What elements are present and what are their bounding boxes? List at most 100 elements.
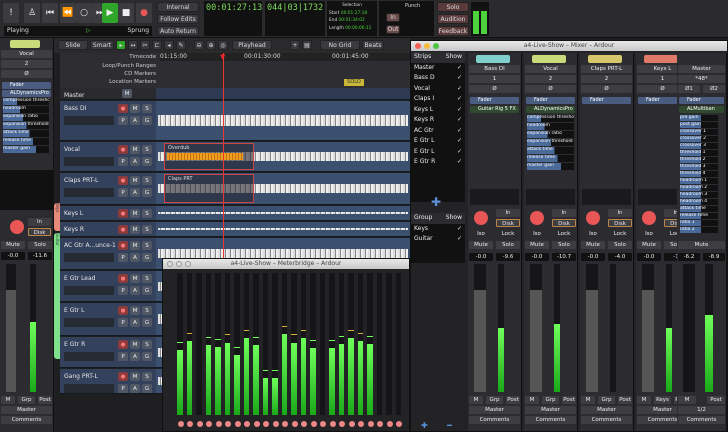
- show-checkbox[interactable]: ✓: [457, 158, 462, 167]
- panner[interactable]: [470, 189, 519, 205]
- track-fader[interactable]: [64, 318, 114, 327]
- record-button[interactable]: ●: [136, 3, 152, 23]
- input-button[interactable]: 2: [581, 75, 632, 83]
- input-button[interactable]: *48*: [678, 75, 725, 83]
- selection-end[interactable]: 00:01:34:02: [339, 18, 365, 23]
- audition-button[interactable]: Audition: [437, 14, 469, 24]
- draw-tool-icon[interactable]: ✎: [176, 40, 186, 50]
- close-icon[interactable]: [167, 261, 173, 267]
- group-button[interactable]: G: [142, 352, 152, 361]
- panner[interactable]: [582, 189, 631, 205]
- plugin-param-slider[interactable]: release time: [527, 155, 574, 162]
- strip-list-item[interactable]: E Gtr L ✓: [411, 147, 465, 158]
- record-arm-button[interactable]: [234, 421, 241, 427]
- grid-select[interactable]: No Grid: [320, 40, 360, 50]
- group-button[interactable]: Keys: [654, 396, 671, 404]
- record-arm-button[interactable]: ●: [118, 209, 128, 218]
- solo-button[interactable]: Solo: [552, 241, 576, 249]
- record-arm-button[interactable]: [320, 421, 327, 427]
- track-fader[interactable]: [64, 286, 114, 295]
- grid-type-select[interactable]: Beats: [362, 40, 384, 50]
- meter-point-button[interactable]: M: [1, 396, 15, 404]
- panner[interactable]: [0, 170, 54, 210]
- show-checkbox[interactable]: ✓: [457, 85, 462, 94]
- isolate-button[interactable]: Iso: [525, 230, 549, 238]
- automation-button[interactable]: A: [130, 188, 140, 197]
- track-lane[interactable]: [156, 206, 410, 220]
- playlist-button[interactable]: P: [118, 157, 128, 166]
- gain-display[interactable]: -0.0: [525, 253, 549, 261]
- gain-display[interactable]: -0.0: [637, 253, 661, 261]
- solo-button[interactable]: Solo: [437, 2, 469, 12]
- record-arm-button[interactable]: [177, 421, 184, 427]
- comments-button[interactable]: Comments: [1, 416, 52, 424]
- plugin-param-slider[interactable]: threshold 4: [680, 171, 718, 177]
- input-button[interactable]: 2: [1, 60, 52, 68]
- meter-point-button[interactable]: M: [469, 396, 483, 404]
- post-button[interactable]: Post: [38, 396, 52, 404]
- strip-name[interactable]: Claps PRT-L: [581, 65, 632, 73]
- track-name[interactable]: AC Gtr A...unce-1: [64, 242, 116, 249]
- record-arm-button[interactable]: ●: [118, 306, 128, 315]
- plugin-param-slider[interactable]: expansion threshold: [527, 139, 574, 146]
- plugin-param-slider[interactable]: ratio 2: [680, 227, 718, 233]
- group-list-item[interactable]: Guitar ✓: [411, 234, 465, 245]
- track-header[interactable]: Keys L ● M S: [60, 206, 156, 220]
- solo-button[interactable]: Solo: [496, 241, 520, 249]
- show-checkbox[interactable]: ✓: [457, 74, 462, 83]
- expand-tracks-icon[interactable]: +: [290, 40, 300, 50]
- mute-button[interactable]: Mute: [1, 241, 25, 249]
- show-checkbox[interactable]: ✓: [457, 64, 462, 73]
- group-tab-keys[interactable]: Keys: [54, 203, 60, 231]
- show-checkbox[interactable]: ✓: [457, 235, 462, 244]
- punch-in-button[interactable]: In: [386, 13, 400, 22]
- plugin-param-slider[interactable]: threshold 1: [680, 150, 718, 156]
- comments-button[interactable]: Comments: [525, 416, 576, 424]
- peak-display[interactable]: -10.7: [552, 253, 576, 261]
- group-button[interactable]: Grp: [486, 396, 503, 404]
- playlist-button[interactable]: P: [118, 188, 128, 197]
- plugin-param-slider[interactable]: master gain: [527, 163, 574, 170]
- show-checkbox[interactable]: ✓: [457, 148, 462, 157]
- record-arm-button[interactable]: [263, 421, 270, 427]
- strip-color[interactable]: [10, 40, 40, 48]
- plugin-param-slider[interactable]: post gain: [680, 122, 718, 128]
- mute-button[interactable]: M: [130, 209, 140, 218]
- mute-button[interactable]: M: [130, 306, 140, 315]
- mute-button[interactable]: Mute: [637, 241, 661, 249]
- strip-list-item[interactable]: Bass D ✓: [411, 73, 465, 84]
- mute-button[interactable]: M: [130, 340, 140, 349]
- record-arm-button[interactable]: [530, 211, 544, 225]
- plugin-param-slider[interactable]: threshold 2: [680, 157, 718, 163]
- group-button[interactable]: G: [142, 188, 152, 197]
- record-arm-button[interactable]: [396, 421, 403, 427]
- plugin-param-slider[interactable]: headroom 1: [680, 178, 718, 184]
- group-button[interactable]: G: [142, 116, 152, 125]
- group-button[interactable]: Grp: [18, 396, 35, 404]
- phase-button[interactable]: Ø2: [703, 85, 725, 93]
- solo-button[interactable]: S: [142, 104, 152, 113]
- track-name[interactable]: Master: [64, 92, 85, 99]
- track-lane[interactable]: Overdub: [156, 142, 410, 171]
- post-button[interactable]: Post: [506, 396, 520, 404]
- group-tab-guitar[interactable]: Guitar: [54, 233, 60, 359]
- solo-button[interactable]: S: [142, 306, 152, 315]
- track-header[interactable]: AC Gtr A...unce-1 ● M S P A G: [60, 238, 156, 269]
- plugin-param-slider[interactable]: attack time: [680, 206, 718, 212]
- plugin-slot[interactable]: Fader: [582, 97, 631, 104]
- plugin-fader[interactable]: Fader: [2, 82, 51, 89]
- record-arm-button[interactable]: [253, 421, 260, 427]
- mute-button[interactable]: M: [122, 89, 132, 98]
- record-arm-button[interactable]: [272, 421, 279, 427]
- stretch-tool-icon[interactable]: ⊏: [152, 40, 162, 50]
- comments-button[interactable]: Comments: [581, 416, 632, 424]
- solo-button[interactable]: S: [142, 241, 152, 250]
- plugin-param-slider[interactable]: compression threshold: [3, 98, 49, 105]
- solo-button[interactable]: Solo: [608, 241, 632, 249]
- metronome-icon[interactable]: ♙: [24, 3, 40, 23]
- panner[interactable]: [526, 189, 575, 205]
- zoom-out-icon[interactable]: ⊖: [194, 40, 204, 50]
- zoom-icon[interactable]: [185, 261, 191, 267]
- track-fader[interactable]: [64, 116, 114, 125]
- output-button[interactable]: Master: [525, 406, 576, 414]
